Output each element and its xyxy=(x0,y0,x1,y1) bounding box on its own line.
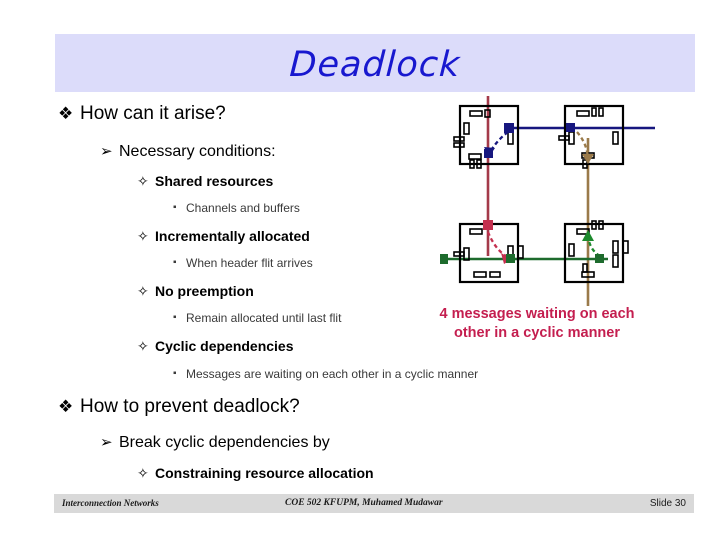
bullet-messages-waiting-cyclic: ▪ Messages are waiting on each other in … xyxy=(173,367,478,381)
bullet-necessary-conditions: ➢ Necessary conditions: xyxy=(100,142,276,161)
bullet-text: Constraining resource allocation xyxy=(155,465,374,481)
cyclic-callout-line1: 4 messages waiting on each xyxy=(439,306,635,322)
bullet-cyclic-dependencies: ✧ Cyclic dependencies xyxy=(137,338,294,355)
bullet-marker-diamond-open-icon: ✧ xyxy=(137,283,149,299)
cyclic-callout-line2: other in a cyclic manner xyxy=(453,325,620,341)
page-title: Deadlock xyxy=(288,45,462,85)
bullet-text: Shared resources xyxy=(155,173,274,189)
bullet-marker-diamond-open-icon: ✧ xyxy=(137,338,149,354)
bullet-marker-square-icon: ▪ xyxy=(173,312,177,323)
bullet-text: How to prevent deadlock? xyxy=(80,396,300,417)
bullet-text: Cyclic dependencies xyxy=(155,338,294,354)
bullet-text: Remain allocated until last flit xyxy=(186,311,342,325)
bullet-text: Messages are waiting on each other in a … xyxy=(186,367,479,381)
router-top-left xyxy=(453,104,520,169)
bullet-text: No preemption xyxy=(155,283,254,299)
bullet-constraining-resource-allocation: ✧ Constraining resource allocation xyxy=(137,465,374,482)
bullet-how-to-prevent-deadlock: ❖ How to prevent deadlock? xyxy=(58,396,300,418)
bullet-marker-diamond-open-icon: ✧ xyxy=(137,465,149,481)
footer-course-info: COE 502 KFUPM, Muhamed Mudawar xyxy=(285,498,443,508)
bullet-text: How can it arise? xyxy=(80,103,226,124)
router-bottom-right xyxy=(563,220,629,284)
bullet-text: When header flit arrives xyxy=(186,256,313,270)
bullet-marker-square-icon: ▪ xyxy=(173,257,177,268)
bullet-marker-square-icon: ▪ xyxy=(173,202,177,213)
bullet-break-cyclic-dependencies-by: ➢ Break cyclic dependencies by xyxy=(100,433,330,452)
bullet-marker-square-icon: ▪ xyxy=(173,368,177,379)
deadlock-network-diagram xyxy=(440,96,690,306)
slide-canvas: Deadlock ❖ How can it arise? ➢ Necessary… xyxy=(0,0,720,540)
bullet-marker-diamond-filled-icon: ❖ xyxy=(58,397,74,416)
bullet-marker-diamond-filled-icon: ❖ xyxy=(58,104,74,123)
footer-slide-number: Slide 30 xyxy=(649,498,686,509)
footer-course-topic: Interconnection Networks xyxy=(62,498,159,508)
bullet-incrementally-allocated: ✧ Incrementally allocated xyxy=(137,228,310,245)
bullet-text: Incrementally allocated xyxy=(155,228,310,244)
bullet-marker-arrow-icon: ➢ xyxy=(100,143,113,160)
bullet-remain-allocated-until-last-flit: ▪ Remain allocated until last flit xyxy=(173,311,341,325)
bullet-text: Channels and buffers xyxy=(186,201,300,215)
bullet-channels-and-buffers: ▪ Channels and buffers xyxy=(173,201,300,215)
bullet-marker-arrow-icon: ➢ xyxy=(100,434,113,451)
bullet-text: Break cyclic dependencies by xyxy=(119,434,330,451)
bullet-shared-resources: ✧ Shared resources xyxy=(137,173,273,190)
bullet-marker-diamond-open-icon: ✧ xyxy=(137,228,149,244)
bullet-when-header-flit-arrives: ▪ When header flit arrives xyxy=(173,256,313,270)
bullet-marker-diamond-open-icon: ✧ xyxy=(137,173,149,189)
bullet-text: Necessary conditions: xyxy=(119,143,276,160)
cyclic-callout: 4 messages waiting on each other in a cy… xyxy=(408,305,666,343)
bullet-how-can-it-arise: ❖ How can it arise? xyxy=(58,103,226,125)
bullet-no-preemption: ✧ No preemption xyxy=(137,283,254,300)
